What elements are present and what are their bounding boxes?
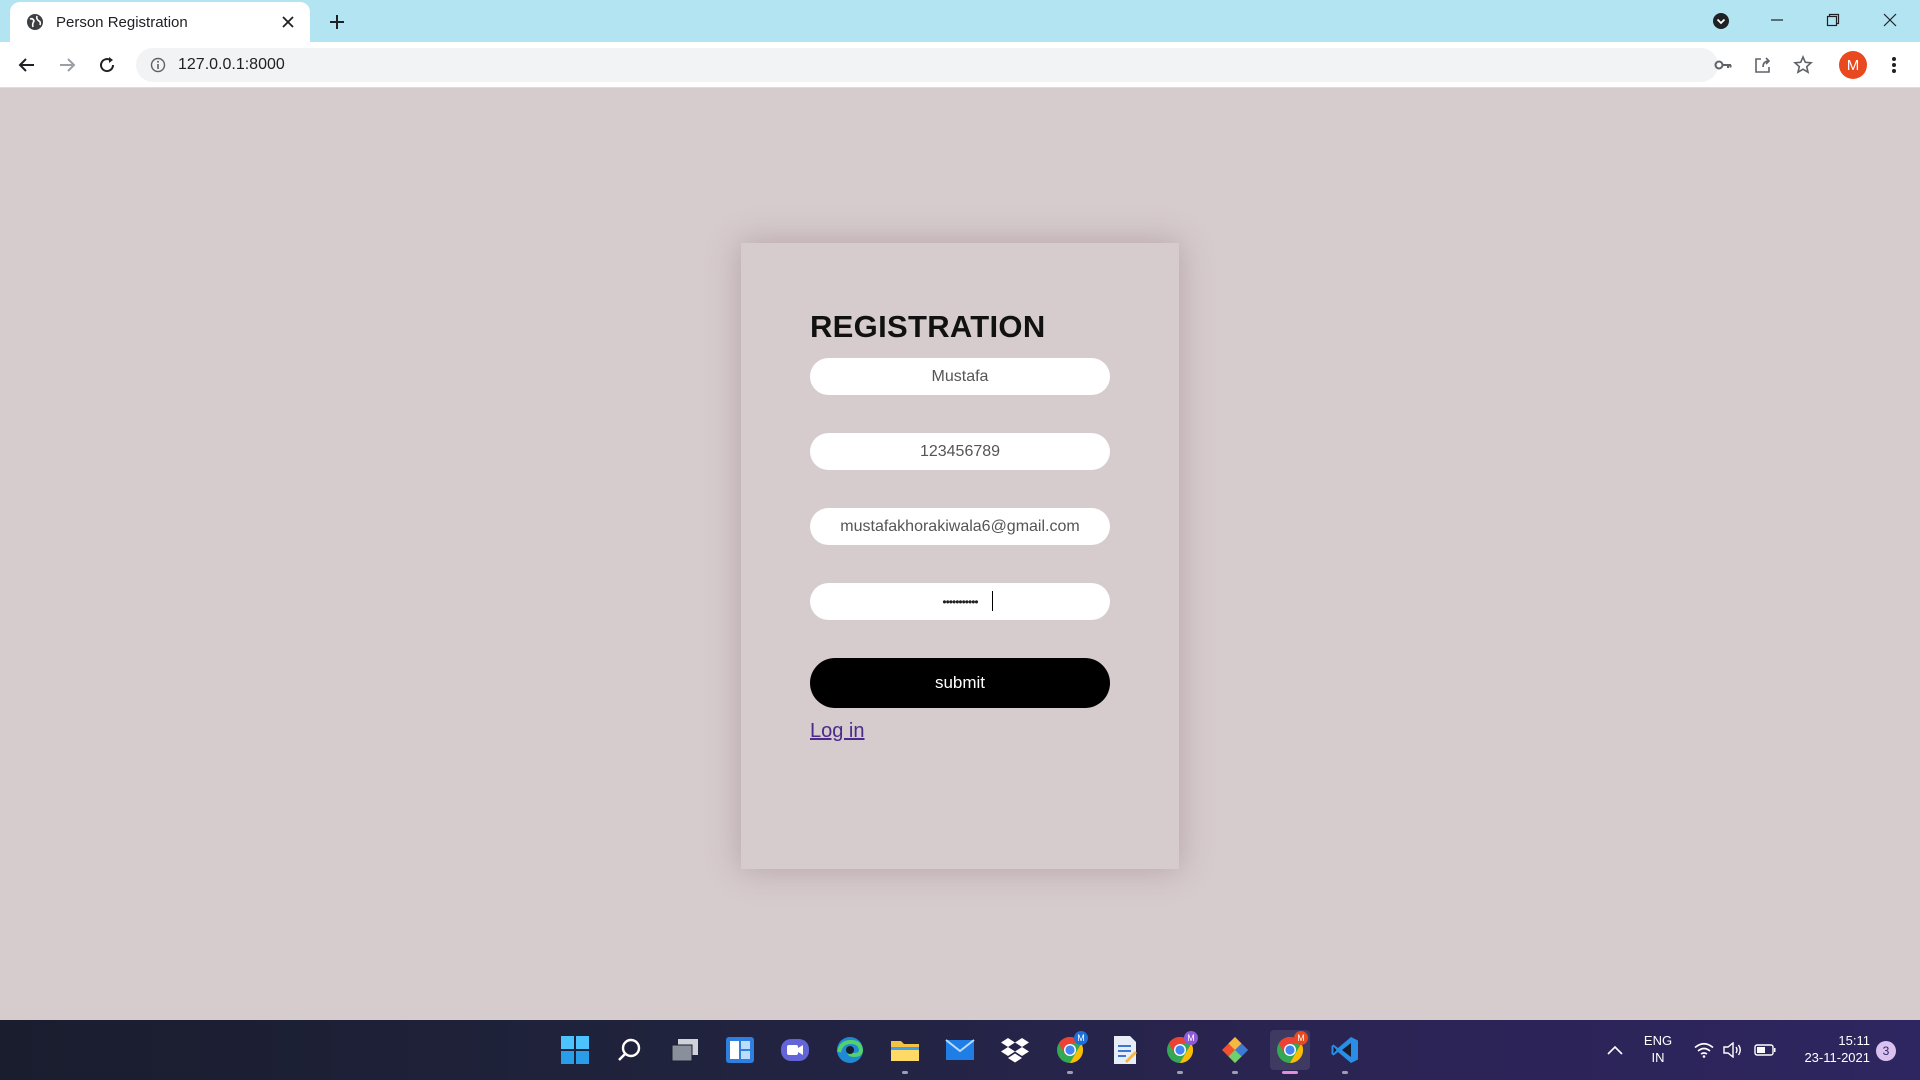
close-window-icon[interactable] — [1862, 0, 1918, 40]
edge-icon[interactable] — [830, 1030, 870, 1070]
browser-tab[interactable]: Person Registration — [10, 2, 310, 42]
share-icon[interactable] — [1749, 51, 1777, 79]
browser-toolbar: 127.0.0.1:8000 M — [0, 42, 1920, 88]
tab-search-icon[interactable] — [1710, 10, 1732, 32]
task-view-icon[interactable] — [665, 1030, 705, 1070]
minimize-icon[interactable] — [1749, 0, 1805, 40]
windows-start-icon[interactable] — [555, 1030, 595, 1070]
running-indicator — [902, 1071, 908, 1074]
running-indicator — [1067, 1071, 1073, 1074]
chrome-active-icon[interactable]: M — [1270, 1030, 1310, 1074]
more-icon[interactable] — [1880, 51, 1908, 79]
vscode-icon[interactable] — [1325, 1030, 1365, 1074]
text-cursor — [992, 591, 993, 611]
clock-time: 15:11 — [1838, 1033, 1870, 1048]
globe-icon — [26, 13, 44, 31]
volume-icon[interactable] — [1722, 1020, 1744, 1080]
registration-form: REGISTRATION submit Log in — [741, 243, 1179, 869]
email-input[interactable] — [810, 508, 1110, 545]
plus-icon[interactable] — [323, 9, 351, 35]
widgets-icon[interactable] — [720, 1030, 760, 1070]
wifi-icon[interactable] — [1693, 1020, 1715, 1080]
chevron-up-icon[interactable] — [1605, 1020, 1625, 1080]
notification-badge[interactable]: 3 — [1876, 1041, 1896, 1061]
running-indicator — [1282, 1071, 1298, 1074]
password-input[interactable] — [810, 583, 1110, 620]
language-indicator[interactable]: ENG IN — [1642, 1032, 1674, 1066]
form-title: REGISTRATION — [810, 309, 1046, 344]
notepad-icon[interactable] — [1105, 1030, 1145, 1070]
clock[interactable]: 15:11 23-11-2021 — [1790, 1032, 1870, 1066]
reload-icon[interactable] — [91, 49, 123, 81]
running-indicator — [1232, 1071, 1238, 1074]
running-indicator — [1177, 1071, 1183, 1074]
restore-icon[interactable] — [1805, 0, 1861, 40]
profile-badge: M — [1184, 1031, 1198, 1045]
search-icon[interactable] — [610, 1030, 650, 1070]
running-indicator — [1342, 1071, 1348, 1074]
name-input[interactable] — [810, 358, 1110, 395]
language-code: ENG — [1643, 1033, 1673, 1048]
forward-icon[interactable] — [51, 49, 83, 81]
battery-icon[interactable] — [1753, 1020, 1777, 1080]
info-icon[interactable] — [148, 55, 168, 75]
tab-strip: Person Registration — [0, 0, 1920, 42]
file-explorer-icon[interactable] — [885, 1030, 925, 1074]
submit-button[interactable]: submit — [810, 658, 1110, 708]
profile-badge: M — [1074, 1031, 1088, 1045]
page-viewport: REGISTRATION submit Log in — [0, 88, 1920, 1020]
star-icon[interactable] — [1789, 51, 1817, 79]
chrome-icon[interactable]: M — [1050, 1030, 1090, 1074]
login-link[interactable]: Log in — [810, 720, 865, 743]
profile-badge: M — [1294, 1031, 1308, 1045]
phone-input[interactable] — [810, 433, 1110, 470]
chrome-profile-icon[interactable]: M — [1160, 1030, 1200, 1074]
mail-icon[interactable] — [940, 1030, 980, 1070]
close-icon[interactable] — [278, 12, 298, 32]
key-icon[interactable] — [1709, 51, 1737, 79]
region-code: IN — [1651, 1050, 1665, 1065]
dropbox-icon[interactable] — [995, 1030, 1035, 1070]
profile-avatar[interactable]: M — [1839, 51, 1867, 79]
url-text: 127.0.0.1:8000 — [178, 56, 285, 73]
tab-title: Person Registration — [56, 13, 188, 31]
chat-icon[interactable] — [775, 1030, 815, 1070]
git-icon[interactable] — [1215, 1030, 1255, 1074]
clock-date: 23-11-2021 — [1804, 1050, 1870, 1065]
taskbar: M M M ENG IN 15:11 23-11-2021 3 — [0, 1020, 1920, 1080]
back-icon[interactable] — [11, 49, 43, 81]
address-bar[interactable]: 127.0.0.1:8000 — [136, 48, 1718, 82]
